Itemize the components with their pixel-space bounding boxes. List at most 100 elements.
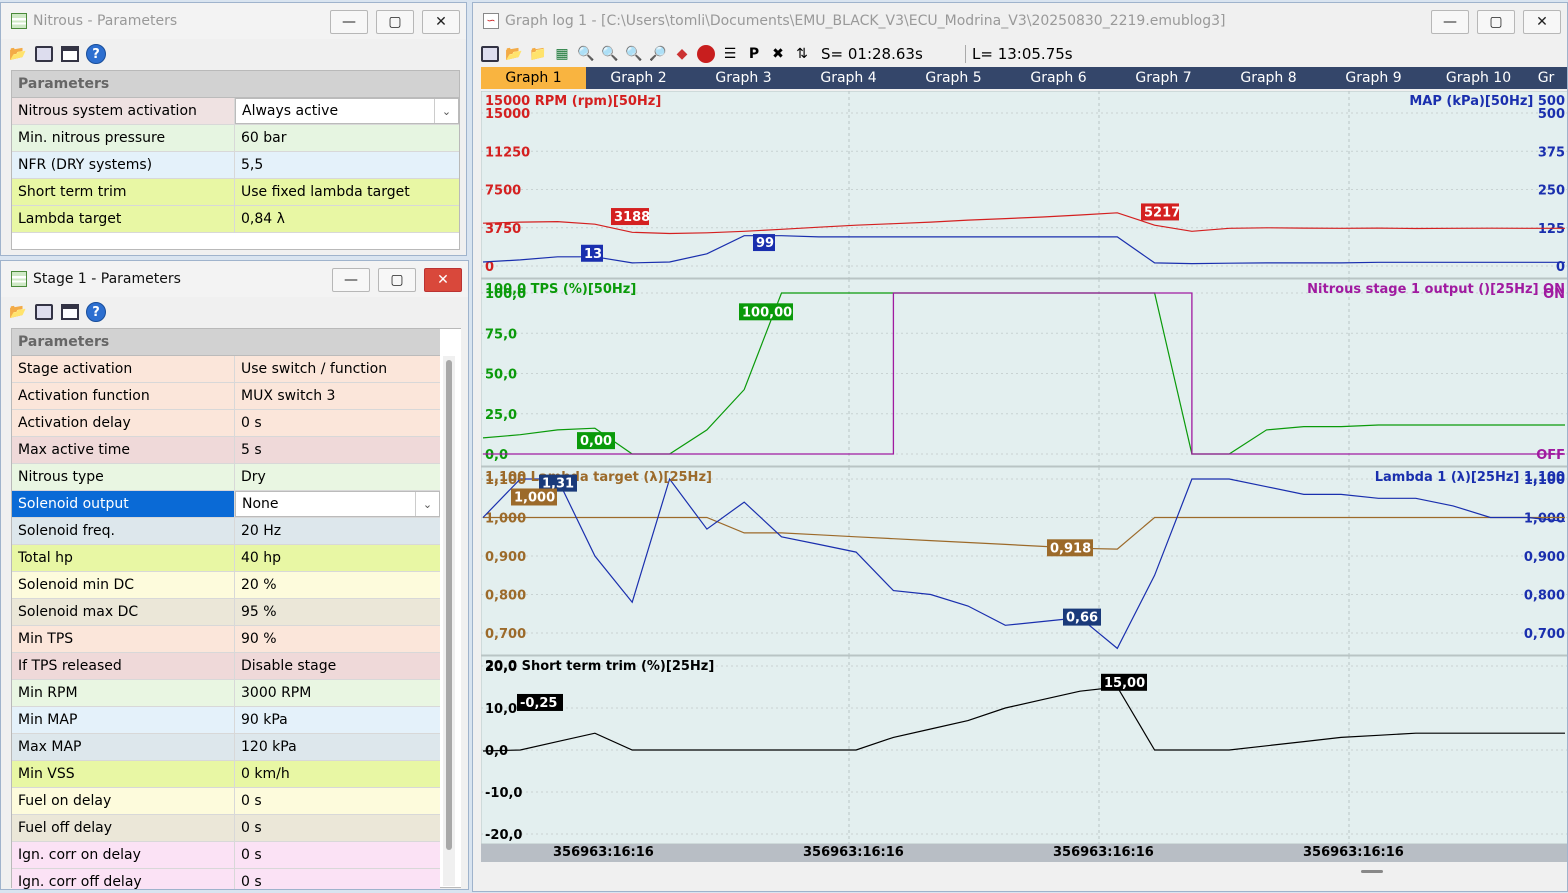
param-row[interactable]: Lambda target 0,84 λ <box>12 206 459 233</box>
param-value[interactable]: Use switch / function <box>235 356 440 382</box>
tab-graph-1[interactable]: Graph 1 <box>481 67 586 89</box>
minimize-button[interactable]: — <box>330 10 368 34</box>
param-row[interactable]: Solenoid min DC 20 % <box>12 572 440 599</box>
open-folder-icon[interactable]: 📂 <box>503 43 525 65</box>
zoom-out-icon[interactable]: 🔍 <box>599 43 621 65</box>
param-value[interactable]: Dry <box>235 464 440 490</box>
param-row[interactable]: Solenoid output None ⌄ <box>12 491 440 518</box>
param-row[interactable]: Min TPS 90 % <box>12 626 440 653</box>
tab-graph-2[interactable]: Graph 2 <box>586 67 691 89</box>
save-icon[interactable] <box>479 43 501 65</box>
param-row[interactable]: Fuel on delay 0 s <box>12 788 440 815</box>
record-stop-icon[interactable] <box>695 43 717 65</box>
param-row[interactable]: Solenoid freq. 20 Hz <box>12 518 440 545</box>
param-row[interactable]: Total hp 40 hp <box>12 545 440 572</box>
open-folder-icon[interactable]: 📂 <box>7 43 29 65</box>
minimize-button[interactable]: — <box>332 268 370 292</box>
param-value[interactable]: 120 kPa <box>235 734 440 760</box>
graph-plot-area[interactable]: 1500011250750037500500375250125015000 RP… <box>481 91 1568 844</box>
param-value[interactable]: 0 s <box>235 788 440 814</box>
tools-icon[interactable]: ✖ <box>767 43 789 65</box>
tab-graph-10[interactable]: Graph 10 <box>1426 67 1531 89</box>
param-value[interactable]: 0 s <box>235 869 440 889</box>
param-row[interactable]: Min. nitrous pressure 60 bar <box>12 125 459 152</box>
maximize-button[interactable]: ▢ <box>376 10 414 34</box>
cursor-icon[interactable]: ⇅ <box>791 43 813 65</box>
param-row[interactable]: Short term trim Use fixed lambda target <box>12 179 459 206</box>
scrollbar-thumb[interactable] <box>446 360 452 850</box>
tab-graph-3[interactable]: Graph 3 <box>691 67 796 89</box>
open-folder-icon[interactable]: 📂 <box>7 301 29 323</box>
param-row[interactable]: Max MAP 120 kPa <box>12 734 440 761</box>
save-icon[interactable] <box>33 301 55 323</box>
title-bar[interactable]: ∽ Graph log 1 - [C:\Users\tomli\Document… <box>473 3 1567 39</box>
excel-export-icon[interactable]: ▦ <box>551 43 573 65</box>
parameters-icon[interactable]: P <box>743 43 765 65</box>
list-icon[interactable]: ☰ <box>719 43 741 65</box>
vertical-scrollbar[interactable] <box>443 356 455 886</box>
tab-graph-more[interactable]: Gr <box>1531 67 1561 89</box>
param-value[interactable]: Use fixed lambda target <box>235 179 459 205</box>
help-icon[interactable]: ? <box>85 301 107 323</box>
param-value[interactable]: MUX switch 3 <box>235 383 440 409</box>
param-value[interactable]: Disable stage <box>235 653 440 679</box>
param-value[interactable]: 0 s <box>235 842 440 868</box>
param-value[interactable]: 60 bar <box>235 125 459 151</box>
zoom-reset-icon[interactable]: 🔎 <box>647 43 669 65</box>
param-row[interactable]: Max active time 5 s <box>12 437 440 464</box>
eraser-icon[interactable]: ◆ <box>671 43 693 65</box>
tab-graph-9[interactable]: Graph 9 <box>1321 67 1426 89</box>
close-button[interactable]: ✕ <box>424 268 462 292</box>
param-value[interactable]: 0 km/h <box>235 761 440 787</box>
param-row[interactable]: Ign. corr off delay 0 s <box>12 869 440 889</box>
param-row[interactable]: Nitrous system activation Always active ⌄ <box>12 98 459 125</box>
minimize-button[interactable]: — <box>1431 10 1469 34</box>
chevron-down-icon[interactable]: ⌄ <box>415 492 439 516</box>
window-icon[interactable] <box>59 301 81 323</box>
param-row[interactable]: Solenoid max DC 95 % <box>12 599 440 626</box>
param-value[interactable]: 5,5 <box>235 152 459 178</box>
param-value[interactable]: 0 s <box>235 815 440 841</box>
param-value[interactable]: 0 s <box>235 410 440 436</box>
param-row[interactable]: If TPS released Disable stage <box>12 653 440 680</box>
param-value[interactable]: 95 % <box>235 599 440 625</box>
param-row[interactable]: Min VSS 0 km/h <box>12 761 440 788</box>
zoom-fit-icon[interactable]: 🔍 <box>623 43 645 65</box>
param-row[interactable]: Fuel off delay 0 s <box>12 815 440 842</box>
close-button[interactable]: ✕ <box>1523 10 1561 34</box>
nitrous-activation-select[interactable]: Always active ⌄ <box>235 98 459 124</box>
solenoid-output-select[interactable]: None ⌄ <box>235 491 440 517</box>
resize-grip[interactable] <box>1361 870 1383 873</box>
param-value[interactable]: 90 % <box>235 626 440 652</box>
title-bar[interactable]: Stage 1 - Parameters — ▢ ✕ <box>1 261 468 297</box>
param-row[interactable]: Stage activation Use switch / function <box>12 356 440 383</box>
save-icon[interactable] <box>33 43 55 65</box>
window-icon[interactable] <box>59 43 81 65</box>
tab-graph-5[interactable]: Graph 5 <box>901 67 1006 89</box>
param-value[interactable]: 0,84 λ <box>235 206 459 232</box>
param-value[interactable]: 3000 RPM <box>235 680 440 706</box>
param-value[interactable]: 20 Hz <box>235 518 440 544</box>
param-row[interactable]: Nitrous type Dry <box>12 464 440 491</box>
tab-graph-4[interactable]: Graph 4 <box>796 67 901 89</box>
help-icon[interactable]: ? <box>85 43 107 65</box>
param-row[interactable]: Activation function MUX switch 3 <box>12 383 440 410</box>
param-value[interactable]: 90 kPa <box>235 707 440 733</box>
tab-graph-6[interactable]: Graph 6 <box>1006 67 1111 89</box>
maximize-button[interactable]: ▢ <box>1477 10 1515 34</box>
param-row[interactable]: Min RPM 3000 RPM <box>12 680 440 707</box>
param-row[interactable]: NFR (DRY systems) 5,5 <box>12 152 459 179</box>
chevron-down-icon[interactable]: ⌄ <box>434 99 458 123</box>
maximize-button[interactable]: ▢ <box>378 268 416 292</box>
tab-graph-8[interactable]: Graph 8 <box>1216 67 1321 89</box>
title-bar[interactable]: Nitrous - Parameters — ▢ ✕ <box>1 3 466 39</box>
param-value[interactable]: 40 hp <box>235 545 440 571</box>
param-row[interactable]: Ign. corr on delay 0 s <box>12 842 440 869</box>
param-row[interactable]: Min MAP 90 kPa <box>12 707 440 734</box>
close-button[interactable]: ✕ <box>422 10 460 34</box>
tab-graph-7[interactable]: Graph 7 <box>1111 67 1216 89</box>
open-folder-alt-icon[interactable]: 📁 <box>527 43 549 65</box>
param-value[interactable]: 20 % <box>235 572 440 598</box>
param-row[interactable]: Activation delay 0 s <box>12 410 440 437</box>
zoom-in-icon[interactable]: 🔍 <box>575 43 597 65</box>
